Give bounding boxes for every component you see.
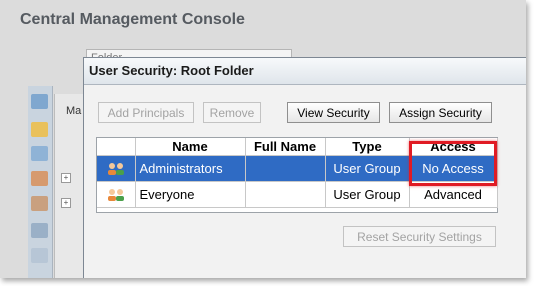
dialog-titlebar[interactable]: User Security: Root Folder	[84, 58, 526, 85]
add-principals-button[interactable]: Add Principals	[98, 102, 194, 123]
database-icon[interactable]	[31, 248, 48, 263]
table-row[interactable]: Everyone User Group Advanced	[97, 181, 498, 208]
left-icon-strip	[28, 86, 53, 278]
column-header-name[interactable]: Name	[135, 138, 246, 156]
row-name: Everyone	[135, 181, 246, 208]
users-icon[interactable]	[31, 171, 48, 186]
expand-icon[interactable]: +	[61, 173, 71, 183]
user-group-icon	[107, 163, 124, 176]
expand-icon[interactable]: +	[61, 198, 71, 208]
view-security-button[interactable]: View Security	[287, 102, 380, 123]
table-row[interactable]: Administrators User Group No Access	[97, 155, 498, 182]
remove-button[interactable]: Remove	[203, 102, 261, 123]
user-group-icon	[107, 189, 124, 202]
row-type: User Group	[325, 181, 410, 208]
row-type: User Group	[325, 155, 410, 182]
refresh-icon[interactable]	[31, 94, 48, 109]
column-header-icon	[97, 138, 136, 156]
folder-icon[interactable]	[31, 122, 48, 137]
server-icon[interactable]	[31, 223, 48, 238]
row-full-name	[245, 181, 326, 208]
column-header-full-name[interactable]: Full Name	[245, 138, 326, 156]
background-tab-label[interactable]: Ma	[66, 105, 81, 117]
assign-security-button[interactable]: Assign Security	[389, 102, 492, 123]
screenshot-frame: Central Management Console Folder Ma + +…	[0, 0, 526, 278]
column-header-type[interactable]: Type	[325, 138, 410, 156]
row-full-name	[245, 155, 326, 182]
principals-table: Name Full Name Type Access Administrator…	[96, 137, 498, 213]
dialog-title: User Security: Root Folder	[89, 63, 254, 78]
categories-icon[interactable]	[31, 146, 48, 161]
row-name: Administrators	[135, 155, 246, 182]
background-tab-column	[54, 94, 85, 278]
user-group-icon[interactable]	[31, 196, 48, 211]
row-access: No Access	[409, 155, 498, 182]
user-security-dialog: User Security: Root Folder Add Principal…	[83, 57, 526, 278]
app-title: Central Management Console	[20, 11, 245, 28]
row-access: Advanced	[409, 181, 498, 208]
column-header-access[interactable]: Access	[409, 138, 498, 156]
table-header-row: Name Full Name Type Access	[97, 138, 498, 156]
reset-security-settings-button[interactable]: Reset Security Settings	[343, 226, 496, 247]
